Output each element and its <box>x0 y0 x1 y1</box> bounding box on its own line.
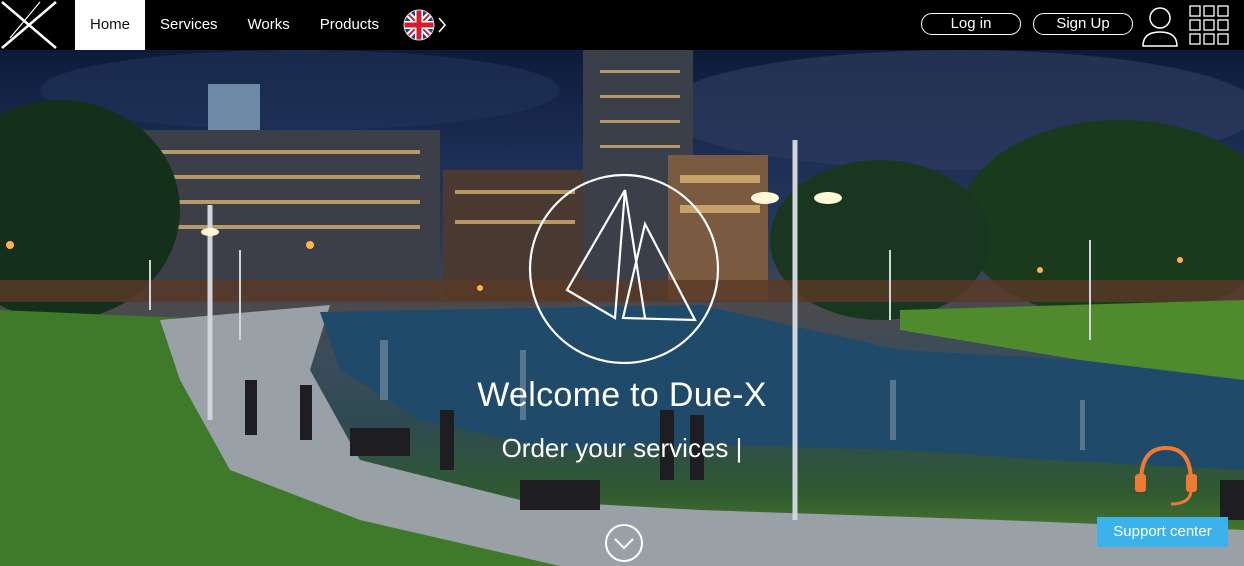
support-center-button[interactable]: Support center <box>1097 517 1228 547</box>
main-nav: Home Services Works Products <box>75 0 394 50</box>
nav-home[interactable]: Home <box>75 0 146 50</box>
top-navbar: Home Services Works Products Log in Sign… <box>0 0 1244 50</box>
signup-button[interactable]: Sign Up <box>1033 13 1133 35</box>
apps-grid-icon[interactable] <box>1189 5 1229 45</box>
uk-flag-icon[interactable] <box>403 9 435 41</box>
login-button[interactable]: Log in <box>921 13 1021 35</box>
hero-tagline: Order your services | <box>501 433 743 463</box>
nav-services[interactable]: Services <box>145 0 233 50</box>
scroll-down-icon[interactable] <box>604 523 644 563</box>
chevron-right-icon[interactable] <box>437 16 447 34</box>
nav-works[interactable]: Works <box>233 0 305 50</box>
user-profile-icon[interactable] <box>1141 5 1179 47</box>
brand-logo-icon[interactable] <box>0 0 62 50</box>
nav-products[interactable]: Products <box>305 0 394 50</box>
headset-icon[interactable] <box>1131 440 1201 510</box>
due-x-emblem-icon <box>528 173 720 365</box>
hero-section: Welcome to Due-X Order your services | S… <box>0 50 1244 566</box>
hero-title: Welcome to Due-X <box>477 376 767 414</box>
